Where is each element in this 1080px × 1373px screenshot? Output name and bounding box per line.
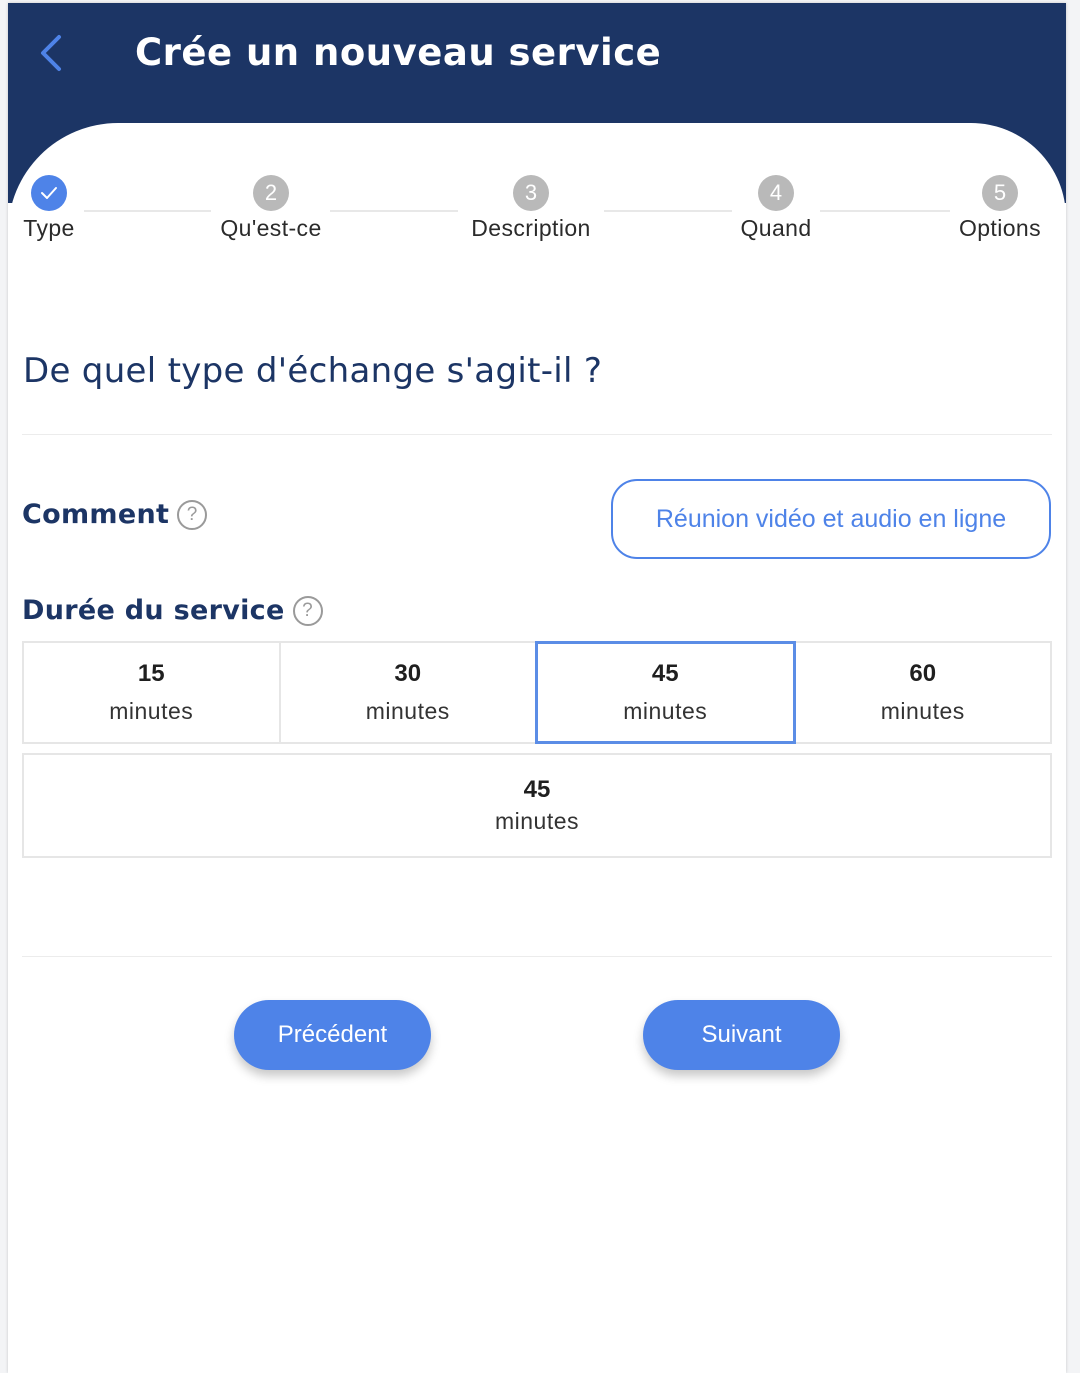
step-quest-ce[interactable]: 2 Qu'est-ce [211,175,331,242]
duration-options: 15 minutes 30 minutes 45 minutes 60 minu… [22,641,1052,744]
step-type[interactable]: Type [16,175,82,242]
duration-option-30[interactable]: 30 minutes [278,641,537,744]
step-connector [330,210,458,212]
step-label: Options [958,215,1042,241]
step-label: Qu'est-ce [220,215,322,241]
previous-button[interactable]: Précédent [234,1000,431,1070]
duration-value: 30 [394,660,422,687]
step-description[interactable]: 3 Description [461,175,601,242]
duration-option-45[interactable]: 45 minutes [535,641,796,744]
duration-unit: minutes [109,698,194,724]
duration-option-15[interactable]: 15 minutes [22,641,281,744]
page-title: Crée un nouveau service [135,31,662,74]
step-label: Description [471,215,591,241]
duration-unit: minutes [880,698,965,724]
divider [22,956,1052,957]
selected-duration-display: 45 minutes [22,753,1052,858]
app-window: Crée un nouveau service Type 2 Qu'est-ce [8,3,1066,1373]
back-button[interactable] [30,31,70,75]
duration-unit: minutes [365,698,450,724]
step-connector [604,210,732,212]
step-number: 5 [982,175,1018,211]
comment-label: Comment [22,499,170,530]
next-button[interactable]: Suivant [643,1000,840,1070]
selected-duration-unit: minutes [494,808,580,834]
step-connector [84,210,211,212]
comment-label-row: Comment ? [22,499,208,530]
selected-duration-value: 45 [523,776,551,803]
duration-label: Durée du service [22,595,285,626]
duration-value: 15 [137,660,165,687]
content-card: Type 2 Qu'est-ce 3 Description 4 Quand 5… [8,123,1066,1373]
duration-value: 60 [909,660,937,687]
step-number: 2 [253,175,289,211]
check-icon [31,175,67,211]
step-quand[interactable]: 4 Quand [731,175,821,242]
duration-value: 45 [651,660,679,687]
meeting-type-button[interactable]: Réunion vidéo et audio en ligne [611,479,1051,559]
screen-frame: Crée un nouveau service Type 2 Qu'est-ce [0,0,1080,1373]
duration-unit: minutes [623,698,708,724]
step-number: 3 [513,175,549,211]
divider [22,434,1052,435]
step-number: 4 [758,175,794,211]
chevron-left-icon [41,35,61,71]
duration-label-row: Durée du service ? [22,595,323,626]
step-label: Quand [740,215,812,241]
help-icon[interactable]: ? [292,595,323,626]
duration-option-60[interactable]: 60 minutes [793,641,1052,744]
step-connector [820,210,950,212]
step-options[interactable]: 5 Options [950,175,1050,242]
help-icon[interactable]: ? [177,499,208,530]
step-label: Type [23,215,75,241]
form-question: De quel type d'échange s'agit-il ? [23,351,603,391]
